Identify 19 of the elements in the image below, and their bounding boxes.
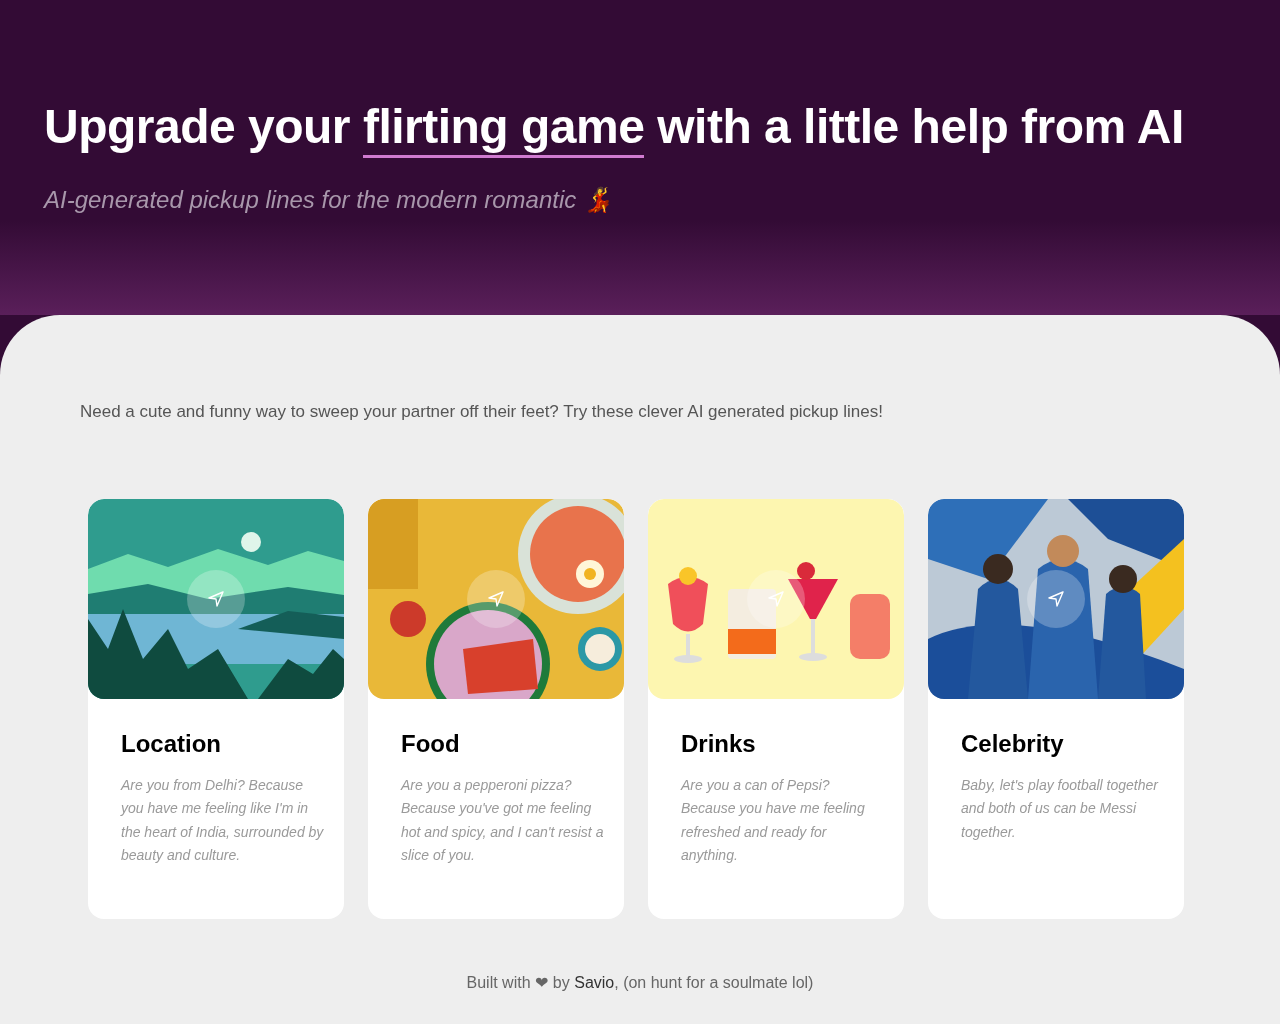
send-icon [487,589,505,608]
send-icon [1047,589,1065,608]
pickup-line: Are you a can of Pepsi? Because you have me feeling refreshed and ready for anything. [681,775,866,865]
card-title: Food [401,728,461,759]
intro-text: Need a cute and funny way to sweep your partner off their feet? Try these clever AI generated pickup lines! [80,401,884,423]
send-icon [207,589,225,608]
page-heading: Upgrade your flirting game with a little help from AI [44,98,1280,156]
pickup-line: Are you from Delhi? Because you have me feeling like I'm in the heart of India, surrounded by beauty and culture. [121,775,324,865]
card-title: Drinks [681,728,757,759]
footer-text: Built with ❤ by Savio, (on hunt for a soulmate lol) [465,972,815,993]
pickup-line: Baby, let's play football together and both of us can be Messi together. [961,775,1160,842]
subtitle: AI-generated pickup lines for the modern romantic 💃 [44,184,614,215]
send-button[interactable] [467,569,525,628]
card-title: Location [121,728,222,759]
author-link[interactable]: Savio [574,973,615,991]
card-title: Celebrity [961,728,1065,759]
send-icon [767,589,785,608]
send-button[interactable] [1027,569,1085,628]
pickup-line: Are you a pepperoni pizza? Because you've got me feeling hot and spicy, and I can't resist a slice of you. [401,775,604,865]
